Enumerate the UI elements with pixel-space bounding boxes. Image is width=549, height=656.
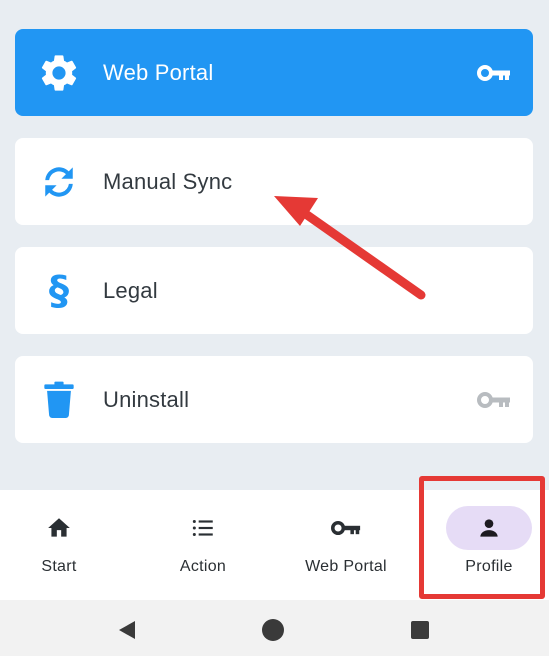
- nav-item-action[interactable]: Action: [144, 490, 262, 600]
- gear-icon: [37, 51, 81, 95]
- menu-item-uninstall[interactable]: Uninstall: [15, 356, 533, 443]
- key-icon: [477, 390, 511, 410]
- annotation-highlight-box: [419, 476, 545, 599]
- sync-icon: [37, 160, 81, 204]
- system-nav-bar: [0, 600, 549, 656]
- menu-item-web-portal[interactable]: Web Portal: [15, 29, 533, 116]
- menu-item-label: Uninstall: [103, 386, 190, 412]
- menu-item-label: Manual Sync: [103, 168, 233, 194]
- key-icon: [303, 512, 389, 544]
- recents-icon[interactable]: [408, 618, 432, 642]
- nav-item-web-portal[interactable]: Web Portal: [282, 490, 410, 600]
- menu-item-legal[interactable]: § Legal: [15, 247, 533, 334]
- home-icon: [16, 512, 102, 544]
- back-icon[interactable]: [115, 618, 139, 642]
- nav-item-label: Web Portal: [305, 558, 387, 575]
- menu-item-manual-sync[interactable]: Manual Sync: [15, 138, 533, 225]
- nav-item-start[interactable]: Start: [0, 490, 118, 600]
- section-icon: §: [37, 269, 81, 313]
- home-circle-icon[interactable]: [261, 618, 285, 642]
- list-icon: [160, 512, 246, 544]
- key-icon: [477, 63, 511, 83]
- trash-icon: [37, 378, 81, 422]
- menu-item-label: Legal: [103, 277, 158, 303]
- nav-item-label: Action: [179, 558, 227, 575]
- nav-item-label: Start: [41, 558, 77, 575]
- menu-item-label: Web Portal: [103, 59, 214, 85]
- svg-text:§: §: [49, 269, 69, 313]
